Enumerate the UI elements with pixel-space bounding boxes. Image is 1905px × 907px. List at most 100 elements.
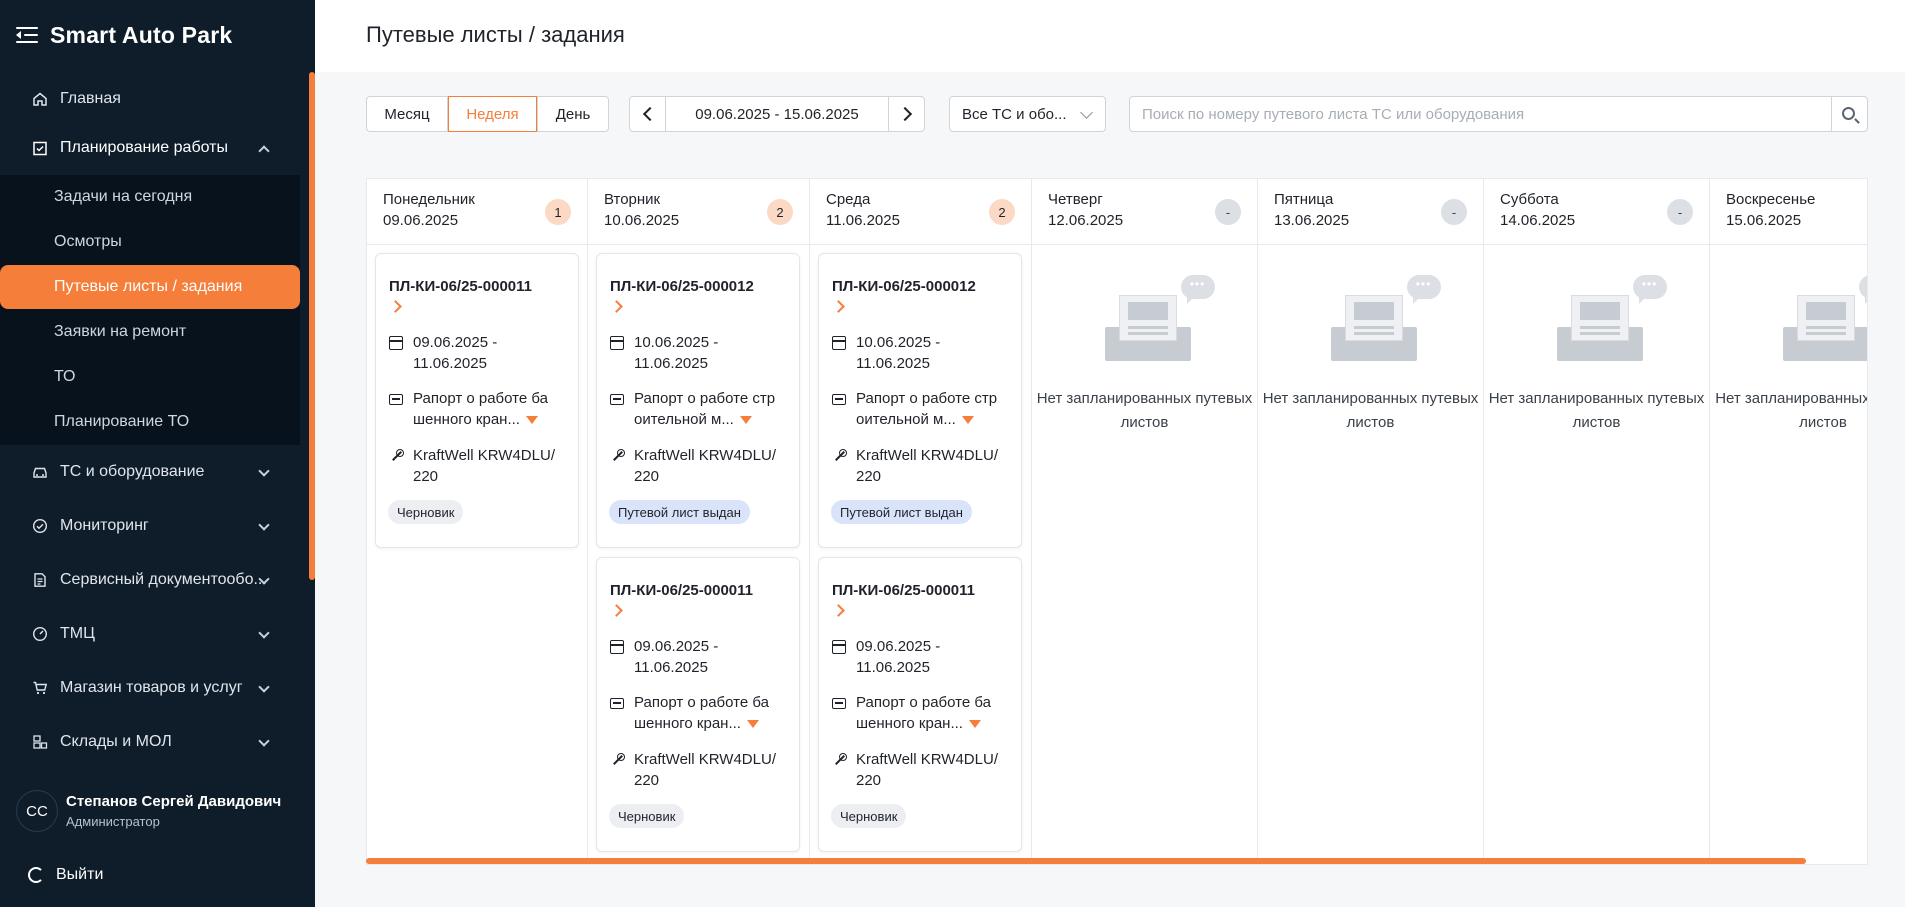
waybill-card[interactable]: ПЛ-КИ-06/25-000011 09.06.2025 - 11.06.20… xyxy=(818,557,1022,852)
day-column-saturday: Суббота 14.06.2025 - Нет запланированных… xyxy=(1484,179,1710,864)
sidebar-item-home[interactable]: Главная xyxy=(0,77,300,121)
search-icon xyxy=(1842,106,1855,120)
submenu-item-repair-requests[interactable]: Заявки на ремонт xyxy=(0,310,300,354)
sidebar-item-label: Мониторинг xyxy=(60,517,149,534)
count-badge: 2 xyxy=(767,199,793,225)
day-header: Понедельник 09.06.2025 1 xyxy=(367,179,587,245)
calendar-icon xyxy=(389,336,403,350)
chevron-right-icon xyxy=(897,106,912,122)
wrench-icon xyxy=(610,449,625,463)
status-badge: Путевой лист выдан xyxy=(609,500,750,524)
waybill-period: 09.06.2025 - 11.06.2025 xyxy=(832,636,1016,678)
chevron-down-icon xyxy=(258,627,270,639)
view-switcher: Месяц Неделя День xyxy=(366,96,609,132)
count-badge: - xyxy=(1667,199,1693,225)
date-range-navigator: 09.06.2025 - 15.06.2025 xyxy=(629,96,925,132)
inbox-icon xyxy=(610,394,624,405)
menu-collapse-icon[interactable] xyxy=(16,26,38,44)
status-badge: Черновик xyxy=(831,804,907,828)
waybill-report: Рапорт о работе ба шенного кран... xyxy=(610,692,794,734)
search-button[interactable] xyxy=(1831,97,1867,131)
waybill-card[interactable]: ПЛ-КИ-06/25-000011 09.06.2025 - 11.06.20… xyxy=(375,253,579,548)
waybill-card[interactable]: ПЛ-КИ-06/25-000011 09.06.2025 - 11.06.20… xyxy=(596,557,800,852)
expand-triangle-icon[interactable] xyxy=(968,720,981,729)
waybill-card[interactable]: ПЛ-КИ-06/25-000012 10.06.2025 - 11.06.20… xyxy=(596,253,800,548)
submenu-item-tasks-today[interactable]: Задачи на сегодня xyxy=(0,175,300,219)
sidebar-item-warehouses[interactable]: Склады и МОЛ xyxy=(0,720,300,764)
inbox-icon xyxy=(610,698,624,709)
calendar-icon xyxy=(610,336,624,350)
empty-inbox-illustration xyxy=(1311,275,1441,385)
waybill-period: 10.06.2025 - 11.06.2025 xyxy=(610,332,794,374)
chevron-right-icon[interactable] xyxy=(610,300,623,313)
day-name: Пятница xyxy=(1274,191,1334,208)
sidebar-item-shop[interactable]: Магазин товаров и услуг xyxy=(0,666,300,710)
waybill-period: 10.06.2025 - 11.06.2025 xyxy=(832,332,1016,374)
submenu-item-inspections[interactable]: Осмотры xyxy=(0,220,300,264)
day-column-sunday: Воскресенье 15.06.2025 Нет запланированн… xyxy=(1710,179,1868,864)
empty-message: Нет запланированных путевых листов xyxy=(1715,390,1868,431)
submenu-item-label: Осмотры xyxy=(54,233,122,250)
day-column-tuesday: Вторник 10.06.2025 2 ПЛ-КИ-06/25-000012 … xyxy=(588,179,810,864)
submenu-item-label: Задачи на сегодня xyxy=(54,188,193,205)
chevron-down-icon xyxy=(258,465,270,477)
view-day-button[interactable]: День xyxy=(537,96,609,132)
sidebar-item-label: Магазин товаров и услуг xyxy=(60,679,243,696)
chevron-right-icon[interactable] xyxy=(610,604,623,617)
waybill-equipment: KraftWell KRW4DLU/ 220 xyxy=(610,445,794,487)
prev-period-button[interactable] xyxy=(630,97,666,131)
expand-triangle-icon[interactable] xyxy=(961,416,974,425)
count-badge: 1 xyxy=(545,199,571,225)
brand: Smart Auto Park xyxy=(16,20,232,50)
sidebar-item-service-docs[interactable]: Сервисный документообо... xyxy=(0,558,300,602)
waybill-report: Рапорт о работе ба шенного кран... xyxy=(832,692,1016,734)
empty-state: Нет запланированных путевых листов xyxy=(1710,275,1868,435)
sidebar-item-monitoring[interactable]: Мониторинг xyxy=(0,504,300,548)
day-column-thursday: Четверг 12.06.2025 - Нет запланированных… xyxy=(1032,179,1258,864)
wrench-icon xyxy=(832,449,847,463)
calendar-icon xyxy=(832,640,846,654)
sidebar-item-vehicles[interactable]: ТС и оборудование xyxy=(0,450,300,494)
calendar-icon xyxy=(832,336,846,350)
sidebar-item-label: Главная xyxy=(60,90,121,107)
waybill-card[interactable]: ПЛ-КИ-06/25-000012 10.06.2025 - 11.06.20… xyxy=(818,253,1022,548)
chevron-right-icon[interactable] xyxy=(389,300,402,313)
monitoring-icon xyxy=(32,518,48,534)
submenu-item-waybills[interactable]: Путевые листы / задания xyxy=(0,265,300,309)
view-month-button[interactable]: Месяц xyxy=(366,96,448,132)
inbox-icon xyxy=(832,394,846,405)
date-range-field[interactable]: 09.06.2025 - 15.06.2025 xyxy=(666,97,888,131)
submenu-item-label: Планирование ТО xyxy=(54,413,190,430)
chevron-right-icon[interactable] xyxy=(832,604,845,617)
chevron-down-icon xyxy=(1080,106,1093,119)
submenu-item-maintenance-planning[interactable]: Планирование ТО xyxy=(0,400,300,444)
count-badge: 2 xyxy=(989,199,1015,225)
chevron-right-icon[interactable] xyxy=(832,300,845,313)
next-period-button[interactable] xyxy=(888,97,924,131)
week-calendar: Понедельник 09.06.2025 1 ПЛ-КИ-06/25-000… xyxy=(366,178,1868,865)
status-badge: Черновик xyxy=(388,500,464,524)
vehicle-filter-select[interactable]: Все ТС и обо... xyxy=(949,96,1106,132)
user-name: Степанов Сергей Давидович xyxy=(66,793,282,810)
user-role: Администратор xyxy=(66,814,160,829)
submenu-item-maintenance[interactable]: ТО xyxy=(0,355,300,399)
day-header: Пятница 13.06.2025 - xyxy=(1258,179,1483,245)
view-week-button[interactable]: Неделя xyxy=(448,96,537,132)
day-date: 14.06.2025 xyxy=(1500,212,1576,229)
expand-triangle-icon[interactable] xyxy=(525,416,538,425)
logout-button[interactable]: Выйти xyxy=(28,866,103,884)
search-input[interactable] xyxy=(1130,97,1832,131)
car-icon xyxy=(32,464,48,480)
sidebar-item-inventory[interactable]: ТМЦ xyxy=(0,612,300,656)
expand-triangle-icon[interactable] xyxy=(746,720,759,729)
wrench-icon xyxy=(832,753,847,767)
day-date: 11.06.2025 xyxy=(826,212,900,229)
horizontal-scrollbar[interactable] xyxy=(366,858,1806,864)
logout-label: Выйти xyxy=(56,866,104,883)
expand-triangle-icon[interactable] xyxy=(739,416,752,425)
document-icon xyxy=(32,572,48,588)
user-profile[interactable]: СС Степанов Сергей Давидович Администрат… xyxy=(16,790,281,832)
sidebar-item-work-planning[interactable]: Планирование работы xyxy=(0,126,300,170)
gauge-icon xyxy=(32,626,48,642)
empty-state: Нет запланированных путевых листов xyxy=(1484,275,1709,435)
